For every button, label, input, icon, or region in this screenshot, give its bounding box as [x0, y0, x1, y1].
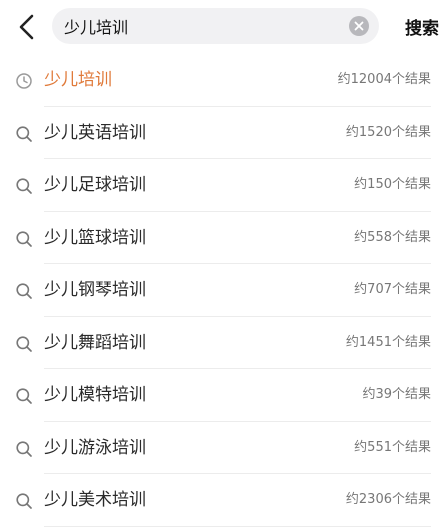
suggestion-label: 少儿英语培训 — [44, 122, 146, 143]
list-item[interactable]: 少儿英语培训 约1520个结果 — [0, 107, 443, 159]
suggestion-label: 少儿游泳培训 — [44, 437, 146, 458]
result-count: 约39个结果 — [362, 387, 431, 402]
list-item[interactable]: 少儿培训 约12004个结果 — [0, 54, 443, 107]
list-item[interactable]: 少儿游泳培训 约551个结果 — [0, 422, 443, 474]
suggestion-label: 少儿足球培训 — [44, 175, 146, 195]
suggestion-label: 少儿舞蹈培训 — [44, 332, 146, 353]
list-item[interactable]: 少儿篮球培训 约558个结果 — [0, 212, 443, 264]
suggestion-list: 少儿培训 约12004个结果少儿英语培训 约1520个结果少儿足球培训 约150个结果… — [0, 54, 443, 527]
suggestion-label: 少儿培训 — [44, 70, 112, 90]
list-item[interactable]: 少儿钢琴培训 约707个结果 — [0, 264, 443, 317]
search-icon — [15, 387, 33, 405]
back-button[interactable] — [10, 10, 44, 44]
close-icon — [354, 21, 364, 31]
result-count: 约551个结果 — [354, 439, 431, 455]
search-button[interactable]: 搜索 — [405, 14, 439, 39]
search-icon — [15, 440, 33, 458]
search-icon — [15, 492, 33, 510]
list-item[interactable]: 少儿足球培训 约150个结果 — [0, 159, 443, 212]
search-icon — [15, 230, 33, 248]
search-input[interactable] — [64, 8, 334, 44]
search-box — [52, 8, 379, 44]
result-count: 约707个结果 — [354, 282, 431, 297]
chevron-left-icon — [19, 14, 34, 40]
search-icon — [15, 177, 33, 195]
result-count: 约2306个结果 — [345, 492, 431, 507]
list-item[interactable]: 少儿舞蹈培训 约1451个结果 — [0, 317, 443, 369]
top-bar: 搜索 — [0, 0, 443, 54]
suggestion-label: 少儿钢琴培训 — [44, 280, 146, 300]
clock-icon — [15, 72, 33, 90]
list-item[interactable]: 少儿美术培训 约2306个结果 — [0, 474, 443, 527]
clear-button[interactable] — [349, 16, 369, 36]
list-item[interactable]: 少儿模特培训 约39个结果 — [0, 369, 443, 422]
search-icon — [15, 125, 33, 143]
search-icon — [15, 282, 33, 300]
result-count: 约12004个结果 — [337, 72, 431, 87]
divider — [44, 525, 431, 527]
search-icon — [15, 335, 33, 353]
result-count: 约1520个结果 — [345, 124, 431, 140]
suggestion-label: 少儿模特培训 — [44, 385, 146, 405]
suggestion-label: 少儿篮球培训 — [44, 227, 146, 248]
result-count: 约1451个结果 — [345, 334, 431, 350]
result-count: 约558个结果 — [354, 229, 431, 245]
suggestion-label: 少儿美术培训 — [44, 490, 146, 510]
result-count: 约150个结果 — [354, 177, 431, 192]
